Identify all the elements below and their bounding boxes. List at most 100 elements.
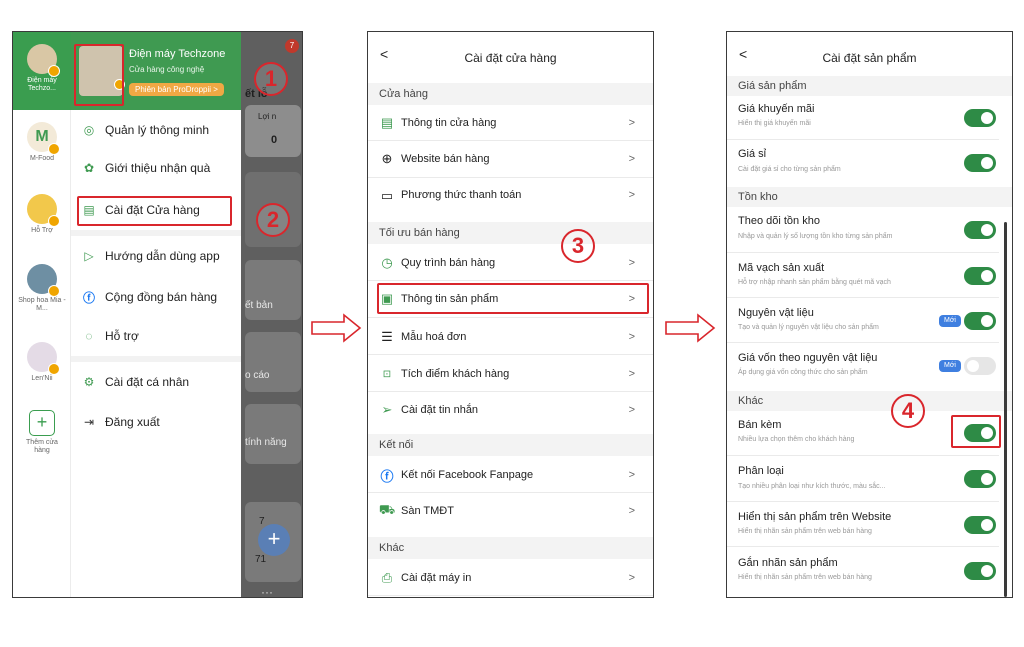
setting-desc: Áp dụng giá vốn công thức cho sản phẩm [738, 369, 868, 376]
section-header: Tồn kho [727, 187, 1012, 207]
bg-card [245, 332, 301, 392]
row-label: Mẫu hoá đơn [401, 331, 467, 343]
row-label: Tích điểm khách hàng [401, 368, 510, 380]
page-title: Cài đặt sản phẩm [822, 51, 917, 65]
setting-desc: Tạo nhiều phân loại như kích thước, màu … [738, 483, 886, 490]
step-4-marker: 4 [891, 394, 925, 428]
step-3-marker: 3 [561, 229, 595, 263]
bg-fragment: tính năng [245, 437, 287, 448]
setting-product-labels: Gắn nhãn sản phẩm Hiển thị nhãn sản phẩm… [727, 547, 999, 597]
toggle-switch[interactable] [964, 221, 996, 239]
row-label: Thông tin cửa hàng [401, 117, 497, 129]
row-loyalty-points[interactable]: ⊡ Tích điểm khách hàng > [368, 355, 653, 392]
menu-community[interactable]: ⓕ Cộng đồng bán hàng [71, 284, 241, 310]
target-icon: ◎ [83, 123, 95, 137]
toggle-switch[interactable] [964, 154, 996, 172]
toggle-switch[interactable] [964, 357, 996, 375]
cart-icon: ⛟ [378, 502, 396, 517]
row-label: Quy trình bán hàng [401, 257, 496, 269]
menu-support[interactable]: ◌ Hỗ trợ [71, 323, 241, 349]
toggle-switch[interactable] [964, 109, 996, 127]
store-label: Điện máy Techzo... [27, 77, 57, 92]
store-label: M-Food [29, 155, 55, 162]
toggle-switch[interactable] [964, 470, 996, 488]
setting-title: Giá vốn theo nguyên vật liệu [738, 352, 878, 364]
setting-variants: Phân loại Tạo nhiều phân loại như kích t… [727, 456, 999, 502]
menu-personal-settings[interactable]: ⚙ Cài đặt cá nhân [71, 369, 241, 395]
menu-label: Đăng xuất [105, 415, 160, 429]
send-icon: ➢ [381, 402, 393, 417]
setting-track-stock: Theo dõi tồn kho Nhập và quản lý số lượn… [727, 207, 999, 253]
row-label: Website bán hàng [401, 153, 490, 165]
setting-wholesale-price: Giá sỉ Cài đặt giá sỉ cho từng sản phẩm [727, 140, 999, 184]
row-label: Cài đặt tin nhắn [401, 404, 479, 416]
chevron-right-icon: > [628, 117, 635, 129]
gear-icon: ⚙ [83, 375, 95, 389]
row-store-info[interactable]: ▤ Thông tin cửa hàng > [368, 105, 653, 141]
section-header: Kết nối [368, 434, 653, 456]
crown-icon [48, 65, 60, 77]
printer-icon: ⎙ [381, 570, 393, 585]
chevron-right-icon: > [628, 368, 635, 380]
gift-icon: ✿ [83, 161, 95, 175]
menu-smart-management[interactable]: ◎ Quản lý thông minh [71, 117, 241, 143]
store-item-techzone[interactable]: Điện máy Techzo... [13, 32, 71, 110]
store-item-mfood[interactable]: M M-Food [13, 122, 71, 163]
section-header: Cửa hàng [368, 83, 653, 105]
highlight-box [74, 44, 124, 106]
menu-app-guide[interactable]: ▷ Hướng dẫn dùng app [71, 243, 241, 269]
chevron-right-icon: > [628, 572, 635, 584]
store-switcher-rail: Điện máy Techzo... M M-Food Hỗ Trợ Shop … [13, 32, 71, 597]
crown-icon [48, 363, 60, 375]
setting-title: Giá khuyến mãi [738, 103, 815, 115]
bg-fragment: 0 [271, 134, 278, 146]
chat-icon: ◌ [85, 329, 93, 343]
store-item-hotro[interactable]: Hỗ Trợ [13, 194, 71, 235]
bg-fragment: ết bản [245, 300, 273, 311]
store-item-lennii[interactable]: Len'Nii [13, 342, 71, 383]
section-header: Tối ưu bán hàng [368, 222, 653, 244]
toggle-switch[interactable] [964, 312, 996, 330]
highlight-box [377, 283, 649, 314]
add-store-button[interactable]: + Thêm cửa hàng [13, 410, 71, 455]
row-message-settings[interactable]: ➢ Cài đặt tin nhắn > [368, 392, 653, 429]
crown-icon [48, 143, 60, 155]
toggle-switch[interactable] [964, 562, 996, 580]
store-label: Shop hoa Mia - M... [18, 297, 66, 312]
row-printer-settings[interactable]: ⎙ Cài đặt máy in > [368, 559, 653, 596]
bg-card [245, 260, 301, 320]
setting-promo-price: Giá khuyến mãi Hiển thị giá khuyến mãi [727, 96, 999, 140]
toggle-switch[interactable] [964, 516, 996, 534]
store-settings-screen: < Cài đặt cửa hàng Cửa hàng ▤ Thông tin … [367, 31, 654, 598]
menu-label: Hỗ trợ [105, 329, 139, 343]
chevron-right-icon: > [628, 189, 635, 201]
invoice-icon: ☰ [381, 329, 393, 344]
row-website[interactable]: ⊕ Website bán hàng > [368, 141, 653, 178]
store-item-shophoa[interactable]: Shop hoa Mia - M... [13, 264, 71, 313]
chevron-right-icon: > [628, 257, 635, 269]
crown-icon [48, 215, 60, 227]
menu-logout[interactable]: ⇥ Đăng xuất [71, 409, 241, 435]
section-header: Khác [368, 537, 653, 559]
setting-desc: Tạo và quản lý nguyên vật liệu cho sản p… [738, 324, 879, 331]
plan-badge[interactable]: Phiên bản ProDroppii > [129, 83, 224, 96]
row-invoice-template[interactable]: ☰ Mẫu hoá đơn > [368, 318, 653, 355]
row-facebook-fanpage[interactable]: ⓕ Kết nối Facebook Fanpage > [368, 456, 653, 493]
bg-fragment: o cáo [245, 370, 270, 381]
menu-referral[interactable]: ✿ Giới thiệu nhận quà [71, 155, 241, 181]
store-label: Len'Nii [31, 375, 53, 382]
add-fab-button[interactable]: + [258, 524, 290, 556]
page-title: Cài đặt cửa hàng [464, 51, 557, 65]
setting-title: Phân loại [738, 465, 784, 477]
row-ecommerce[interactable]: ⛟ Sàn TMĐT > [368, 493, 653, 530]
arrow-right-icon [311, 313, 362, 343]
scrollbar[interactable] [1004, 222, 1007, 597]
setting-title: Theo dõi tồn kho [738, 215, 820, 227]
row-sales-process[interactable]: ◷ Quy trình bán hàng > [368, 244, 653, 281]
globe-icon: ⊕ [381, 151, 393, 166]
facebook-icon: ⓕ [380, 468, 394, 484]
row-payment-methods[interactable]: ▭ Phương thức thanh toán > [368, 178, 653, 214]
bg-fragment: 71 [255, 554, 267, 565]
play-icon: ▷ [84, 249, 94, 263]
toggle-switch[interactable] [964, 267, 996, 285]
